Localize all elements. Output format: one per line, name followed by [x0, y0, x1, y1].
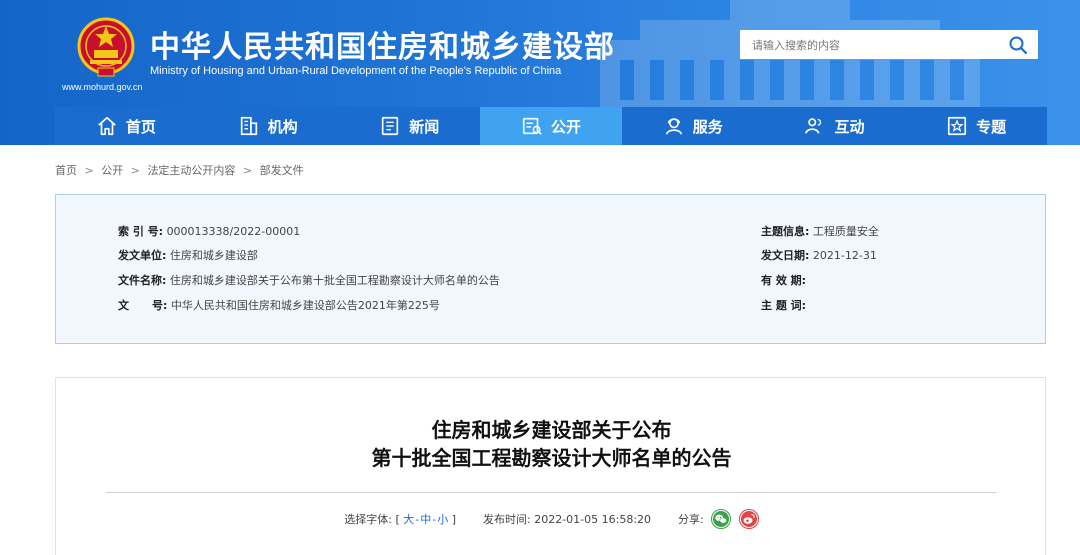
site-title: 中华人民共和国住房和城乡建设部: [150, 30, 615, 65]
bracket: ]: [451, 513, 456, 526]
info-issuer: 发文单位: 住房和城乡建设部: [118, 247, 258, 263]
info-label: 主题信息:: [761, 225, 810, 238]
site-subtitle: Ministry of Housing and Urban-Rural Deve…: [150, 65, 562, 77]
info-value: 2021-12-31: [812, 249, 877, 262]
info-validity: 有 效 期:: [761, 272, 806, 288]
breadcrumb-separator: >: [242, 164, 253, 177]
nav-label: 互动: [834, 117, 865, 136]
nav-label: 专题: [976, 117, 1007, 136]
info-label: 有 效 期:: [761, 274, 807, 287]
nav-item-institution[interactable]: 机构: [197, 107, 339, 145]
nav-label: 公开: [551, 117, 582, 136]
nav-item-open[interactable]: 公开: [480, 107, 622, 145]
weibo-icon[interactable]: [738, 509, 759, 529]
news-icon: [382, 116, 399, 136]
info-label: 文件名称:: [118, 274, 167, 287]
article-title-line1: 住房和城乡建设部关于公布: [431, 418, 672, 442]
article-meta: 选择字体: [ 大-中-小 ] 发布时间: 2022-01-05 16:58:2…: [56, 509, 1047, 530]
info-label: 主 题 词:: [761, 299, 807, 312]
breadcrumb-item[interactable]: 首页: [55, 164, 77, 177]
building-icon: [240, 116, 257, 136]
info-value: 工程质量安全: [812, 225, 879, 238]
info-value: 000013338/2022-00001: [166, 225, 301, 238]
breadcrumb-item[interactable]: 公开: [101, 164, 123, 177]
interact-icon: [805, 118, 822, 134]
nav-item-news[interactable]: 新闻: [338, 107, 480, 145]
topic-icon: [948, 116, 967, 136]
breadcrumb-separator: >: [130, 164, 140, 177]
bracket: [: [395, 513, 400, 526]
breadcrumb-item[interactable]: 法定主动公开内容: [147, 164, 235, 177]
info-index: 索 引 号: 000013338/2022-00001: [118, 223, 300, 239]
info-topic: 主题信息: 工程质量安全: [761, 223, 879, 239]
font-size-label: 选择字体:: [344, 513, 392, 526]
nav-label: 新闻: [409, 117, 440, 136]
font-small-button[interactable]: 小: [437, 513, 448, 526]
info-label: 发文日期:: [761, 249, 810, 262]
home-icon: [98, 116, 116, 136]
nav-item-home[interactable]: 首页: [55, 107, 197, 145]
info-label: 发文单位:: [118, 249, 167, 262]
breadcrumb-item[interactable]: 部发文件: [260, 164, 304, 177]
wechat-icon[interactable]: [711, 509, 732, 529]
info-value: 中华人民共和国住房和城乡建设部公告2021年第225号: [170, 299, 440, 312]
info-name: 文件名称: 住房和城乡建设部关于公布第十批全国工程勘察设计大师名单的公告: [118, 272, 500, 288]
service-icon: [665, 118, 682, 135]
search-box: [740, 30, 1038, 59]
info-date: 发文日期: 2021-12-31: [761, 247, 877, 263]
site-url[interactable]: www.mohurd.gov.cn: [62, 82, 142, 92]
publish-time-label: 发布时间:: [483, 513, 531, 526]
info-keywords: 主 题 词:: [761, 297, 806, 313]
breadcrumb-separator: >: [84, 164, 94, 177]
divider: [106, 492, 996, 493]
info-value: 住房和城乡建设部关于公布第十批全国工程勘察设计大师名单的公告: [169, 274, 500, 287]
main-nav: 首页 机构 新闻 公开 服务 互动 专题: [55, 107, 1047, 145]
font-large-button[interactable]: 大: [403, 513, 414, 526]
info-label: 索 引 号:: [118, 225, 164, 238]
nav-label: 服务: [692, 117, 723, 136]
font-size-switcher: [ 大-中-小 ]: [395, 513, 456, 526]
article-card: 住房和城乡建设部关于公布 第十批全国工程勘察设计大师名单的公告 选择字体: [ …: [55, 377, 1046, 555]
document-info-box: 索 引 号: 000013338/2022-00001 发文单位: 住房和城乡建…: [55, 194, 1046, 344]
share-label: 分享:: [678, 513, 704, 526]
nav-item-service[interactable]: 服务: [622, 107, 764, 145]
nav-label: 首页: [125, 117, 156, 136]
search-input[interactable]: [752, 36, 992, 54]
breadcrumb: 首页 > 公开 > 法定主动公开内容 > 部发文件: [55, 162, 304, 178]
national-emblem-icon: [77, 17, 135, 77]
article-title-line2: 第十批全国工程勘察设计大师名单的公告: [371, 446, 732, 470]
nav-item-topic[interactable]: 专题: [905, 107, 1047, 145]
info-value: 住房和城乡建设部: [169, 249, 258, 262]
open-icon: [522, 117, 542, 135]
info-label: 文 号:: [118, 299, 168, 312]
header-banner: 中华人民共和国住房和城乡建设部 Ministry of Housing and …: [0, 0, 1080, 145]
search-icon[interactable]: [1008, 35, 1028, 55]
publish-time: 2022-01-05 16:58:20: [534, 513, 652, 526]
font-medium-button[interactable]: 中: [420, 513, 431, 526]
nav-item-interact[interactable]: 互动: [764, 107, 906, 145]
nav-label: 机构: [267, 117, 298, 136]
info-doc-no: 文 号: 中华人民共和国住房和城乡建设部公告2021年第225号: [118, 297, 440, 313]
